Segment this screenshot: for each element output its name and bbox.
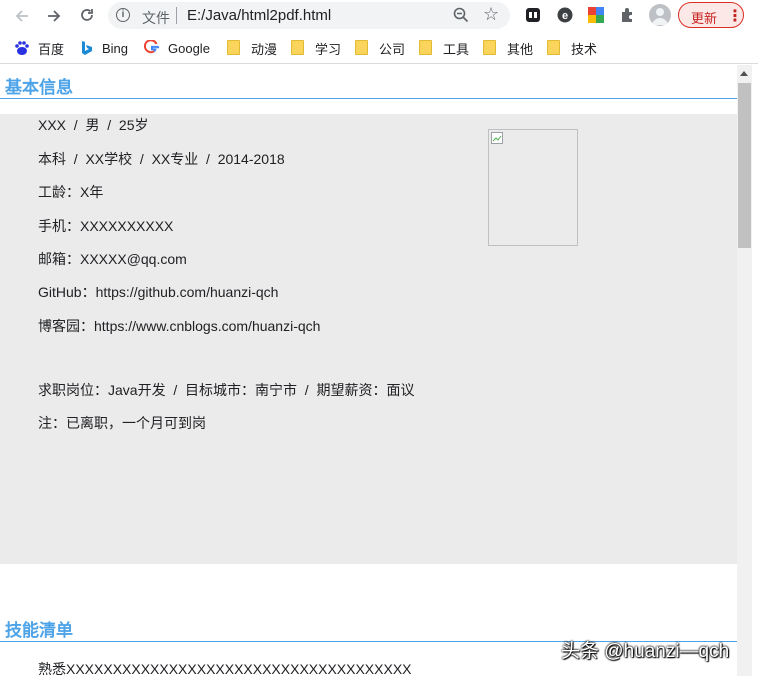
- folder-icon: [291, 40, 307, 56]
- bookmark-baidu[interactable]: 百度: [14, 39, 64, 57]
- url-text[interactable]: E:/Java/html2pdf.html: [187, 7, 331, 24]
- bookmark-label: 技术: [571, 41, 598, 57]
- info-line-email: 邮箱：XXXXX@qq.com: [38, 251, 187, 267]
- bookmark-folder-jishu[interactable]: 技术: [547, 39, 597, 57]
- google-icon: [143, 39, 160, 56]
- scheme-label: 文件: [142, 10, 170, 26]
- bookmark-label: 动漫: [251, 41, 278, 57]
- baidu-icon: [14, 40, 30, 56]
- bookmark-folder-gongsi[interactable]: 公司: [355, 39, 405, 57]
- bing-icon: [78, 40, 94, 56]
- bookmark-folder-gongju[interactable]: 工具: [419, 39, 469, 57]
- basic-info-title: 基本信息: [5, 78, 73, 97]
- folder-icon: [227, 40, 243, 56]
- forward-button[interactable]: [42, 4, 66, 28]
- info-line-note: 注：已离职，一个月可到岗: [38, 415, 206, 431]
- arrow-left-icon: [15, 10, 28, 22]
- menu-dots-icon[interactable]: ⋮: [727, 6, 743, 26]
- profile-photo-placeholder: [488, 129, 578, 246]
- folder-icon: [355, 40, 371, 56]
- extension-dark-icon[interactable]: [524, 6, 542, 24]
- extensions-puzzle-icon[interactable]: [619, 6, 637, 24]
- address-bar[interactable]: i 文件 E:/Java/html2pdf.html ☆: [108, 2, 510, 29]
- bookmark-star-icon[interactable]: ☆: [483, 4, 499, 25]
- folder-icon: [547, 40, 563, 56]
- info-line-education: 本科 / XX学校 / XX专业 / 2014-2018: [38, 151, 285, 167]
- info-line-name: XXX / 男 / 25岁: [38, 117, 149, 133]
- info-line-experience: 工龄：X年: [38, 184, 104, 200]
- info-icon[interactable]: i: [116, 8, 130, 22]
- bookmark-label: 百度: [38, 41, 65, 57]
- skills-title: 技能清单: [5, 621, 73, 640]
- back-button[interactable]: [10, 4, 34, 28]
- broken-image-icon: [491, 132, 503, 144]
- profile-avatar[interactable]: [649, 4, 671, 26]
- svg-text:e: e: [562, 10, 568, 22]
- watermark-text: 头条 @huanzi—qch: [561, 641, 730, 662]
- bookmark-label: Google: [168, 40, 210, 56]
- bookmark-label: 工具: [443, 41, 470, 57]
- bookmark-folder-xuexi[interactable]: 学习: [291, 39, 341, 57]
- bookmark-label: Bing: [102, 40, 129, 56]
- bookmark-label: 其他: [507, 41, 534, 57]
- arrow-right-icon: [48, 10, 61, 22]
- reload-icon: [81, 9, 93, 21]
- vertical-scrollbar[interactable]: [737, 65, 752, 676]
- info-line-phone: 手机：XXXXXXXXXX: [38, 218, 174, 234]
- bookmark-google[interactable]: Google: [143, 39, 210, 57]
- folder-icon: [483, 40, 499, 56]
- browser-toolbar: i 文件 E:/Java/html2pdf.html ☆ e 更新 ⋮: [0, 0, 758, 31]
- omnibox-divider: [176, 7, 177, 24]
- basic-info-box: [0, 114, 737, 564]
- bookmark-bing[interactable]: Bing: [78, 39, 128, 57]
- bookmark-folder-qita[interactable]: 其他: [483, 39, 533, 57]
- update-button[interactable]: 更新 ⋮: [678, 2, 744, 28]
- basic-info-divider: [0, 98, 737, 99]
- bookmark-label: 公司: [379, 41, 406, 57]
- info-line-job-target: 求职岗位：Java开发 / 目标城市：南宁市 / 期望薪资：面议: [38, 382, 415, 398]
- page-viewport: 基本信息 XXX / 男 / 25岁 本科 / XX学校 / XX专业 / 20…: [0, 65, 737, 676]
- bookmark-folder-dongman[interactable]: 动漫: [227, 39, 277, 57]
- person-icon: [652, 8, 668, 25]
- bookmark-label: 学习: [315, 41, 342, 57]
- scrollbar-thumb[interactable]: [738, 83, 751, 248]
- reload-button[interactable]: [75, 4, 99, 28]
- scroll-up-arrow-icon[interactable]: [740, 71, 748, 76]
- skills-first-line: 熟悉XXXXXXXXXXXXXXXXXXXXXXXXXXXXXXXXXXXXX: [38, 661, 412, 676]
- zoom-out-icon[interactable]: [452, 6, 470, 24]
- bookmarks-bar: 百度 Bing Google 动漫 学习 公司 工具 其他 技术: [0, 31, 758, 64]
- update-label: 更新: [691, 11, 718, 26]
- info-line-blog: 博客园：https://www.cnblogs.com/huanzi-qch: [38, 318, 321, 334]
- folder-icon: [419, 40, 435, 56]
- info-line-github: GitHub：https://github.com/huanzi-qch: [38, 284, 279, 300]
- extension-color-icon[interactable]: [587, 6, 605, 24]
- extension-e-icon[interactable]: e: [556, 6, 574, 24]
- window-edge: [752, 65, 758, 676]
